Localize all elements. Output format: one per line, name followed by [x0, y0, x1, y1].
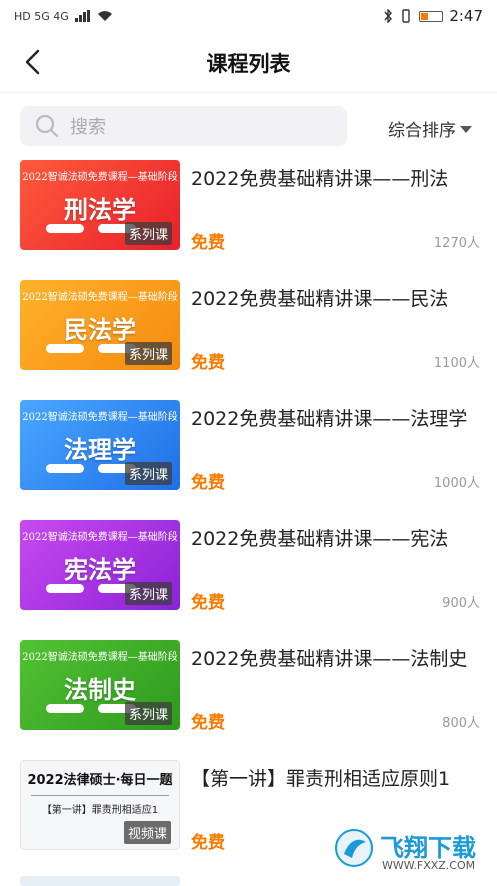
course-title: 2022免费基础精讲课——民法 [191, 288, 449, 310]
wifi-icon [97, 11, 112, 21]
thumb-banner: 2022智诚法硕免费课程—基础阶段 [22, 652, 178, 663]
thumb-pill [46, 704, 84, 713]
thumb-pill [46, 584, 84, 593]
thumb-pill [46, 344, 84, 353]
caret-down-icon [460, 126, 472, 133]
status-right: 2:47 [383, 7, 483, 25]
course-thumbnail: 2022法律硕士·每日一题 【第一讲】罪责刑相适应1 视频课 [20, 760, 180, 850]
thumb-banner: 2022智诚法硕免费课程—基础阶段 [22, 292, 178, 303]
course-thumbnail: 2022智诚法硕免费课程—基础阶段 民法学 系列课 [20, 280, 180, 370]
course-title: 【第一讲】罪责刑相适应原则1 [191, 768, 451, 790]
course-thumbnail: 2022智诚法硕免费课程—基础阶段 刑法学 系列课 [20, 160, 180, 250]
course-type-tag: 系列课 [124, 222, 172, 245]
watermark-text: 飞翔下载 [380, 834, 476, 862]
course-thumbnail: 2022智诚法硕免费课程—基础阶段 宪法学 系列课 [20, 520, 180, 610]
enrollment-count: 900人 [442, 596, 480, 611]
battery-icon [419, 10, 444, 22]
course-title: 2022免费基础精讲课——刑法 [191, 168, 449, 190]
clock: 2:47 [449, 7, 483, 25]
course-price: 免费 [191, 713, 225, 733]
watermark-url: WWW.FXXZ.COM [382, 859, 476, 872]
course-thumbnail-partial [20, 876, 180, 886]
bluetooth-icon [384, 9, 393, 23]
course-item[interactable]: 2022智诚法硕免费课程—基础阶段 刑法学 系列课 2022免费基础精讲课——刑… [0, 160, 497, 253]
search-input[interactable]: 搜索 [20, 106, 347, 146]
course-type-tag: 系列课 [124, 462, 172, 485]
course-price: 免费 [191, 233, 225, 253]
thumb-subject: 民法学 [64, 316, 136, 344]
course-type-tag: 系列课 [124, 702, 172, 725]
search-icon [35, 114, 59, 138]
course-item[interactable]: 2022智诚法硕免费课程—基础阶段 民法学 系列课 2022免费基础精讲课——民… [0, 280, 497, 373]
course-type-tag: 系列课 [124, 582, 172, 605]
course-price: 免费 [191, 593, 225, 613]
divider [31, 795, 169, 796]
thumb-subject: 刑法学 [64, 196, 136, 224]
status-bar: HD 5G 4G 2:47 [0, 0, 497, 32]
thumb-subject: 法制史 [64, 676, 136, 704]
network-indicator: HD 5G 4G [14, 9, 69, 23]
course-item[interactable]: 2022智诚法硕免费课程—基础阶段 法制史 系列课 2022免费基础精讲课——法… [0, 640, 497, 733]
course-item[interactable]: 2022智诚法硕免费课程—基础阶段 法理学 系列课 2022免费基础精讲课——法… [0, 400, 497, 493]
thumb-pill [46, 464, 84, 473]
enrollment-count: 1270人 [433, 236, 480, 251]
course-price: 免费 [191, 833, 225, 853]
course-type-tag: 系列课 [124, 342, 172, 365]
course-title: 2022免费基础精讲课——法理学 [191, 408, 468, 430]
course-item[interactable]: 2022智诚法硕免费课程—基础阶段 宪法学 系列课 2022免费基础精讲课——宪… [0, 520, 497, 613]
app-header: 课程列表 [0, 32, 497, 93]
sort-dropdown[interactable]: 综合排序 [388, 116, 472, 141]
course-thumbnail: 2022智诚法硕免费课程—基础阶段 法理学 系列课 [20, 400, 180, 490]
thumb-title: 2022法律硕士·每日一题 [27, 773, 173, 788]
thumb-banner: 2022智诚法硕免费课程—基础阶段 [22, 532, 178, 543]
course-thumbnail: 2022智诚法硕免费课程—基础阶段 法制史 系列课 [20, 640, 180, 730]
thumb-banner: 2022智诚法硕免费课程—基础阶段 [22, 412, 178, 423]
status-left: HD 5G 4G [14, 10, 113, 23]
enrollment-count: 800人 [442, 716, 480, 731]
vibrate-icon [402, 9, 411, 23]
enrollment-count: 1000人 [433, 476, 480, 491]
watermark-logo-icon [335, 829, 373, 867]
thumb-subtitle: 【第一讲】罪责刑相适应1 [41, 805, 159, 816]
thumb-subject: 法理学 [64, 436, 136, 464]
course-title: 2022免费基础精讲课——宪法 [191, 528, 449, 550]
thumb-pill [46, 224, 84, 233]
thumb-banner: 2022智诚法硕免费课程—基础阶段 [22, 172, 178, 183]
course-price: 免费 [191, 473, 225, 493]
sort-label: 综合排序 [388, 121, 456, 141]
course-type-tag: 视频课 [123, 821, 171, 844]
course-price: 免费 [191, 353, 225, 373]
course-title: 2022免费基础精讲课——法制史 [191, 648, 468, 670]
page-title: 课程列表 [206, 52, 291, 76]
search-placeholder: 搜索 [70, 117, 106, 138]
site-watermark: 飞翔下载 WWW.FXXZ.COM [330, 826, 490, 876]
signal-icon [74, 10, 90, 22]
thumb-subject: 宪法学 [64, 556, 136, 584]
enrollment-count: 1100人 [433, 356, 480, 371]
